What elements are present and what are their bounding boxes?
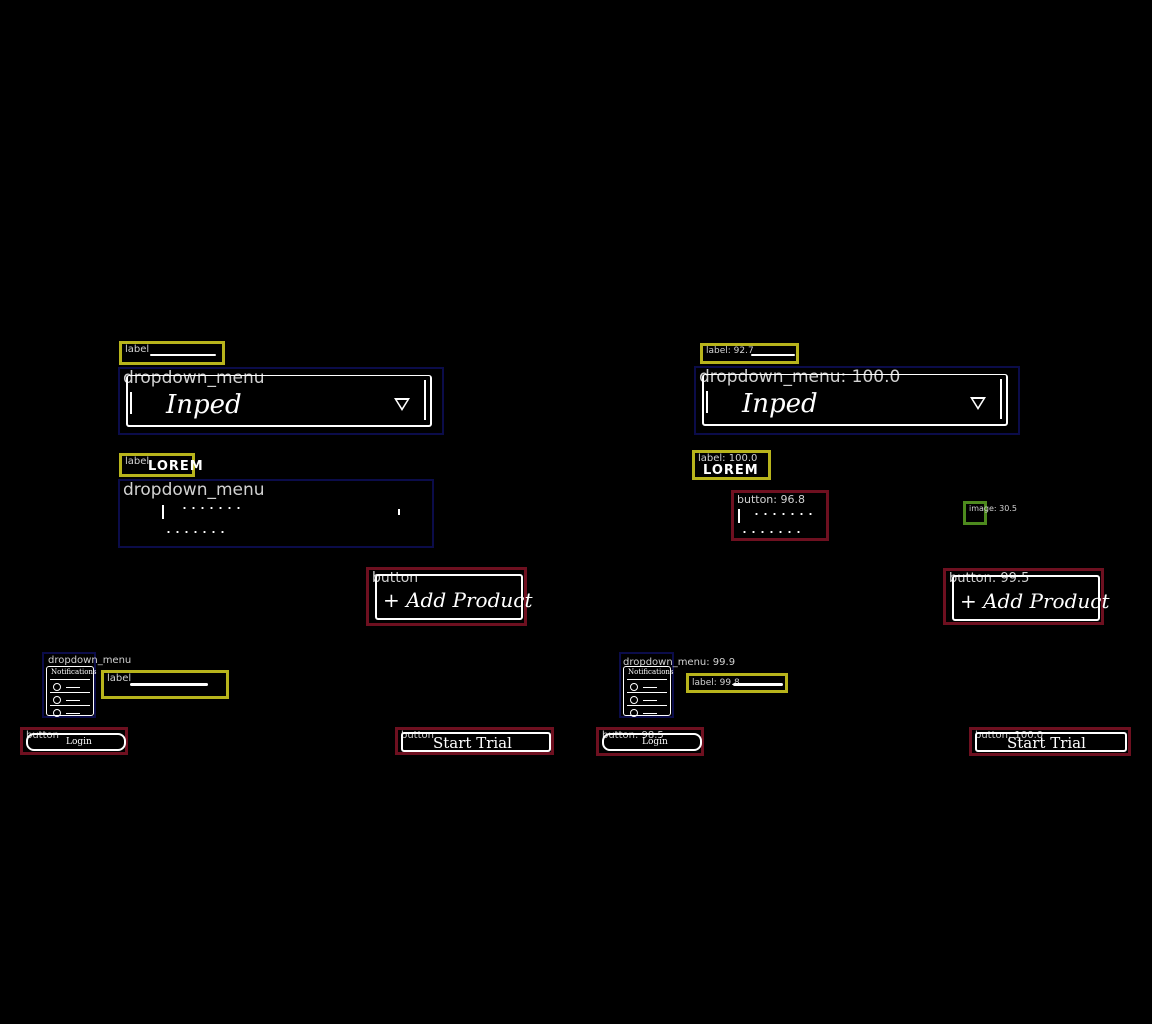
dropdown-box-mid: dropdown_menu: [118, 479, 434, 548]
dropdown-tag: dropdown_menu: [123, 480, 265, 500]
notif-title: Notifications: [628, 668, 674, 676]
add-product-sketch[interactable]: + Add Product: [375, 574, 533, 620]
dropdown-right-bar: [1000, 379, 1002, 419]
login-text: Login: [642, 737, 668, 747]
image-box-small: image: 30.5: [963, 501, 1017, 525]
mid-dots: [180, 507, 240, 509]
button-box-login: button Login: [20, 727, 128, 755]
image-tag: image: 30.5: [969, 504, 1017, 513]
trial-text: Start Trial: [433, 734, 512, 752]
dropdown-right-bar: [424, 380, 426, 420]
login-sketch[interactable]: Login: [602, 733, 702, 751]
notif-sketch[interactable]: Notifications: [623, 666, 674, 718]
dropdown-sketch: Inped: [702, 374, 1008, 426]
label-box-top: label: 92.7: [700, 343, 799, 364]
prediction-panel: label: 92.7 dropdown_menu: 100.0 Inped l…: [576, 0, 1152, 1024]
notif-row: [627, 679, 667, 692]
label-scribble: [130, 683, 208, 686]
mid-bar: [738, 509, 740, 523]
button-tag: button: 96.8: [737, 493, 805, 506]
lorem-text: LOREM: [148, 459, 204, 474]
label-tag: label: [125, 344, 150, 355]
label-box-lorem: label LOREM: [119, 453, 203, 477]
dropdown-box-top: dropdown_menu Inped: [118, 367, 444, 435]
notif-row: [627, 705, 667, 718]
dropdown-sketch: Inped: [126, 375, 432, 427]
label-tag: label: 92.7: [706, 346, 754, 356]
dropdown-value: Inped: [742, 389, 818, 419]
add-product-text: + Add Product: [960, 589, 1110, 613]
login-sketch[interactable]: Login: [26, 733, 126, 751]
mid-dots-lower: [164, 531, 224, 533]
login-text: Login: [66, 737, 92, 747]
label-scribble: [751, 354, 795, 356]
dropdown-left-bar: [706, 391, 708, 413]
trial-sketch[interactable]: Start Trial: [401, 732, 551, 752]
notif-row: [627, 692, 667, 705]
ground-truth-panel: label dropdown_menu Inped label LOREM dr…: [0, 0, 576, 1024]
label-box-top: label: [119, 341, 225, 365]
label-box-small: label: 99.8: [686, 673, 788, 693]
label-scribble: [150, 354, 216, 356]
add-product-sketch[interactable]: + Add Product: [952, 575, 1110, 621]
mid-right-tick: [398, 509, 400, 515]
dropdown-left-bar: [130, 392, 132, 414]
button-box-mid: button: 96.8: [731, 490, 829, 541]
chevron-down-icon: [970, 397, 986, 410]
button-box-trial: button: 100.0 Start Trial: [969, 727, 1131, 756]
button-box-add: button + Add Product: [366, 567, 533, 626]
button-box-login: button: 98.5 Login: [596, 727, 704, 756]
dropdown-box-notif: dropdown_menu: 99.9 Notifications: [619, 652, 735, 718]
button-box-add: button: 99.5 + Add Product: [943, 568, 1110, 625]
mid-dots: [752, 513, 812, 515]
dropdown-box-notif: dropdown_menu Notifications: [42, 652, 131, 718]
label-scribble: [733, 683, 783, 686]
notif-row: [50, 692, 90, 705]
chevron-down-icon: [394, 398, 410, 411]
dropdown-value: Inped: [166, 390, 242, 420]
label-tag: label: [125, 456, 150, 467]
trial-sketch[interactable]: Start Trial: [975, 732, 1127, 752]
notif-sketch[interactable]: Notifications: [46, 666, 97, 718]
trial-text: Start Trial: [1007, 734, 1086, 752]
dropdown-box-top: dropdown_menu: 100.0 Inped: [694, 366, 1020, 435]
notif-row: [50, 679, 90, 692]
dropdown-tag: dropdown_menu: [48, 655, 132, 666]
label-box-lorem: label: 100.0 LOREM: [692, 450, 771, 480]
notif-title: Notifications: [51, 668, 97, 676]
label-box-small: label: [101, 670, 229, 699]
add-product-text: + Add Product: [383, 588, 533, 612]
button-box-trial: button Start Trial: [395, 727, 554, 755]
mid-bar: [162, 505, 164, 519]
mid-dots-lower: [740, 531, 800, 533]
notif-row: [50, 705, 90, 718]
label-tag: label: [107, 673, 132, 684]
lorem-text: LOREM: [703, 463, 759, 478]
